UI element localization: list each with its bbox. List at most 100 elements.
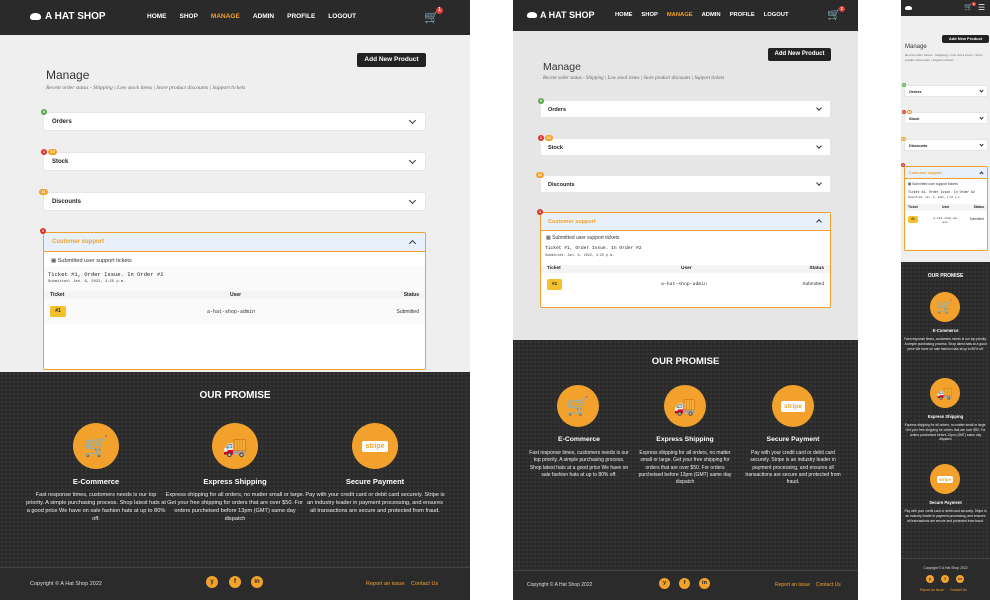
nav-home[interactable]: HOME xyxy=(615,12,632,18)
feature-text-payment: Pay with your credit card or debit card … xyxy=(904,509,987,523)
ticket-id-button[interactable]: #1 xyxy=(50,306,66,317)
feature-title-payment: Secure Payment xyxy=(345,477,405,486)
submitted-tickets-label: ▦ Submitted user support tickets xyxy=(908,182,958,186)
support-label: Customer support xyxy=(548,219,596,225)
stripe-icon: stripe xyxy=(930,464,960,494)
facebook-icon[interactable]: f xyxy=(679,578,690,589)
page-title: Manage xyxy=(905,44,927,50)
feature-text-shipping: Express shipping for all orders, no matt… xyxy=(638,450,732,485)
ticket-line[interactable]: Ticket #1, Order Issue. In Order #2 xyxy=(48,271,164,278)
youtube-icon[interactable]: y xyxy=(206,576,218,588)
facebook-icon[interactable]: f xyxy=(229,576,241,588)
add-product-button[interactable]: Add New Product xyxy=(357,53,426,67)
support-accordion[interactable]: Customer support ▦ Submitted user suppor… xyxy=(540,212,831,308)
feature-text-shipping: Express shipping for all orders, no matt… xyxy=(904,423,987,442)
stock-badge: 1 xyxy=(902,110,906,114)
discounts-accordion[interactable]: Discounts xyxy=(43,192,426,211)
orders-accordion[interactable]: Orders xyxy=(43,112,426,131)
page-subtitle: Recent order status - Shipping | Low sto… xyxy=(905,53,983,62)
support-badge: 1 xyxy=(901,163,905,167)
contact-link[interactable]: Contact Us xyxy=(411,581,438,587)
cart-icon[interactable]: 🛒 1 xyxy=(827,6,845,21)
support-accordion[interactable]: Customer support ▦ Submitted user suppor… xyxy=(43,232,426,370)
ticket-line[interactable]: Ticket #1, Order Issue. In Order #2 xyxy=(908,190,975,194)
nav-profile[interactable]: PROFILE xyxy=(287,13,315,20)
nav-links: HOME SHOP MANAGE ADMIN PROFILE LOGOUT xyxy=(147,13,356,20)
support-accordion[interactable]: Customer support ▦ Submitted user suppor… xyxy=(904,166,988,251)
linkedin-icon[interactable]: in xyxy=(699,578,710,589)
submitted-tickets-text: Submitted user support tickets xyxy=(57,258,132,264)
nav-logout[interactable]: LOGOUT xyxy=(764,12,789,18)
youtube-icon[interactable]: y xyxy=(659,578,670,589)
support-badge: 1 xyxy=(537,209,543,215)
cart-icon: 🛒 xyxy=(930,292,960,322)
col-status: Status xyxy=(809,266,824,271)
facebook-icon[interactable]: f xyxy=(941,575,949,583)
submitted-tickets-text: Submitted user support tickets xyxy=(552,235,620,241)
col-user: User xyxy=(681,266,692,271)
ticket-user: a-hat-shop-admin xyxy=(933,217,957,224)
brand[interactable]: A HAT SHOP xyxy=(527,10,595,20)
cart-icon[interactable]: 🛒 1 xyxy=(964,2,976,11)
chevron-down-icon xyxy=(408,156,417,165)
col-status: Status xyxy=(973,205,984,209)
stock-badge: 1 xyxy=(538,135,544,141)
linkedin-icon[interactable]: in xyxy=(251,576,263,588)
menu-icon[interactable]: ☰ xyxy=(978,3,985,12)
table-header: Ticket User Status xyxy=(905,204,987,211)
nav-admin[interactable]: ADMIN xyxy=(253,13,274,20)
orders-label: Orders xyxy=(909,90,922,94)
chevron-down-icon xyxy=(408,116,417,125)
add-product-button[interactable]: Add New Product xyxy=(768,48,831,61)
feature-title-payment: Secure Payment xyxy=(766,436,820,443)
contact-link[interactable]: Contact Us xyxy=(816,582,841,588)
brand[interactable]: A HAT SHOP xyxy=(30,11,106,22)
nav-manage[interactable]: MANAGE xyxy=(667,12,693,18)
navbar: A HAT SHOP HOME SHOP MANAGE ADMIN PROFIL… xyxy=(513,0,858,31)
nav-manage[interactable]: MANAGE xyxy=(211,13,240,20)
copyright: Copyright © A Hat Shop 2022 xyxy=(30,581,102,587)
col-ticket: Ticket xyxy=(50,292,65,298)
support-badge: 1 xyxy=(40,228,46,234)
discounts-accordion[interactable]: Discounts xyxy=(904,139,988,151)
ticket-id-button[interactable]: #1 xyxy=(908,216,918,223)
orders-accordion[interactable]: Orders xyxy=(540,100,831,118)
stock-accordion[interactable]: Stock xyxy=(540,138,831,156)
contact-link[interactable]: Contact Us xyxy=(950,588,967,592)
ticket-user: a-hat-shop-admin xyxy=(207,309,256,315)
table-header: Ticket User Status xyxy=(541,265,830,273)
ticket-line[interactable]: Ticket #1, Order Issue. In Order #2 xyxy=(545,246,642,251)
discounts-accordion[interactable]: Discounts xyxy=(540,175,831,193)
nav-profile[interactable]: PROFILE xyxy=(730,12,755,18)
support-header[interactable]: Customer support xyxy=(44,233,425,252)
nav-shop[interactable]: SHOP xyxy=(180,13,198,20)
nav-admin[interactable]: ADMIN xyxy=(702,12,721,18)
orders-accordion[interactable]: Orders xyxy=(904,85,988,97)
nav-logout[interactable]: LOGOUT xyxy=(328,13,356,20)
stock-accordion[interactable]: Stock xyxy=(43,152,426,171)
feature-title-shipping: Express Shipping xyxy=(927,414,964,419)
support-header[interactable]: Customer support xyxy=(541,213,830,231)
nav-shop[interactable]: SHOP xyxy=(641,12,657,18)
cart-badge: 1 xyxy=(435,7,443,14)
support-header[interactable]: Customer support xyxy=(905,167,987,179)
report-issue-link[interactable]: Report an issue xyxy=(775,582,810,588)
truck-icon: 🚚 xyxy=(930,378,960,408)
stock-accordion[interactable]: Stock xyxy=(904,112,988,124)
report-issue-link[interactable]: Report an issue xyxy=(366,581,405,587)
mobile-view: 🛒 1 ☰ Add New Product Manage Recent orde… xyxy=(901,0,990,600)
ticket-id-button[interactable]: #1 xyxy=(547,279,562,290)
linkedin-icon[interactable]: in xyxy=(956,575,964,583)
promise-section: OUR PROMISE 🛒 E-Commerce Fast response t… xyxy=(901,262,990,600)
add-product-button[interactable]: Add New Product xyxy=(942,35,989,43)
hat-logo-icon[interactable] xyxy=(905,6,912,10)
feature-title-payment: Secure Payment xyxy=(929,500,962,505)
stock-badge: 1 xyxy=(41,149,47,155)
stripe-icon: stripe xyxy=(352,423,398,469)
nav-home[interactable]: HOME xyxy=(147,13,167,20)
cart-icon[interactable]: 🛒 1 xyxy=(424,7,443,24)
youtube-icon[interactable]: y xyxy=(926,575,934,583)
chevron-down-icon xyxy=(979,88,984,93)
report-issue-link[interactable]: Report an issue xyxy=(920,588,944,592)
stock-badge-count: 10 xyxy=(545,135,553,141)
